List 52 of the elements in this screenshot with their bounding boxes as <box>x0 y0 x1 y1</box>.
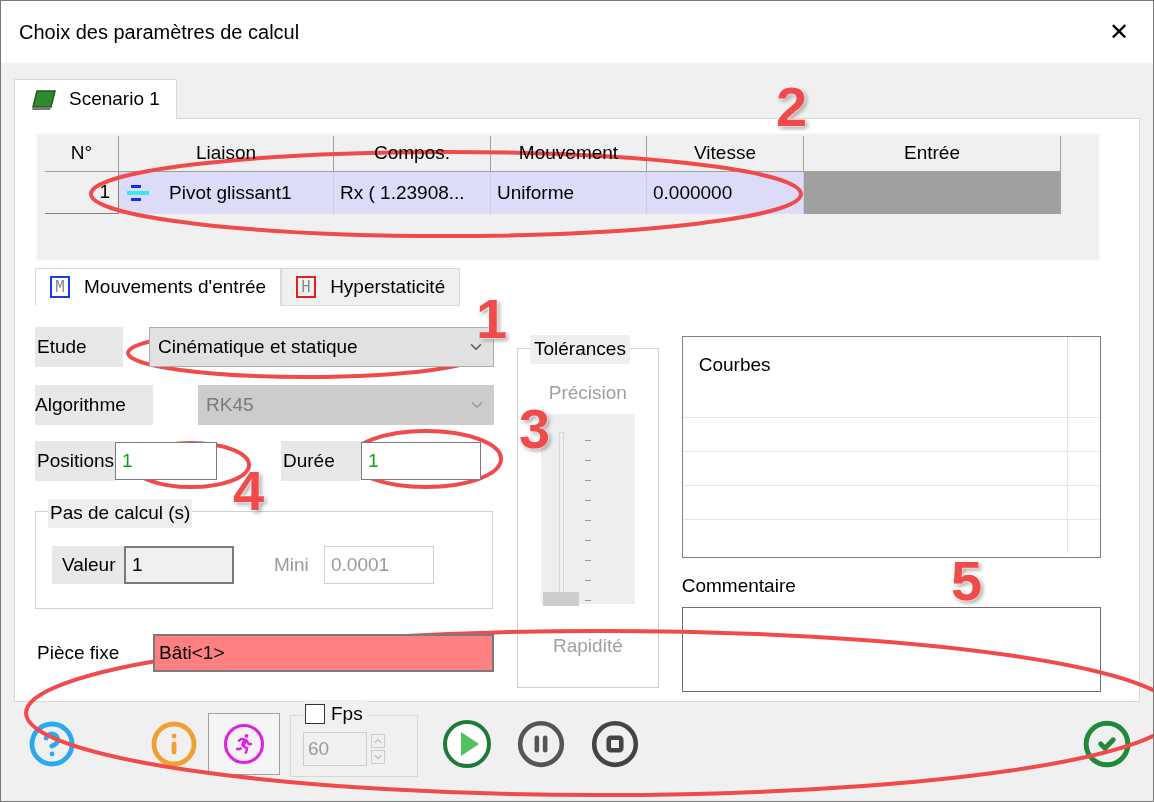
fixed-part-field[interactable]: Bâti<1> <box>153 634 494 672</box>
field-label: Pièce fixe <box>36 640 121 665</box>
window-title: Choix des paramètres de calcul <box>19 20 300 45</box>
callout-number: 4 <box>233 463 265 519</box>
liaison-text: Pivot glissant1 <box>169 180 292 205</box>
panel-tab[interactable]: M Mouvements d'entrée <box>35 268 282 306</box>
joint-icon <box>127 184 149 202</box>
info-icon[interactable] <box>150 720 198 768</box>
help-icon[interactable] <box>28 720 76 768</box>
field-label: Etude <box>35 327 123 367</box>
tab-label: Scenario 1 <box>69 87 160 112</box>
panel-tab[interactable]: H Hyperstaticité <box>281 268 461 306</box>
book-icon <box>31 88 57 111</box>
list-header: Courbes <box>697 353 772 377</box>
close-button[interactable]: ✕ <box>1105 20 1133 44</box>
field-label: Valeur <box>52 546 124 584</box>
field-label: Positions <box>35 441 115 481</box>
play-icon[interactable] <box>442 719 492 769</box>
callout-number: 3 <box>519 401 551 457</box>
checkbox-label: Fps <box>331 702 363 726</box>
fps-checkbox[interactable] <box>305 704 325 725</box>
group-title: Pas de calcul (s) <box>48 499 193 528</box>
tab-label: Mouvements d'entrée <box>84 274 267 299</box>
slider-label: Rapidité <box>553 633 623 658</box>
field-label: Mini <box>274 552 310 577</box>
positions-field[interactable]: 1 <box>115 442 217 480</box>
letter-icon: M <box>50 276 70 298</box>
table-cell: Uniforme <box>491 172 647 214</box>
column-header[interactable]: Entrée <box>804 136 1061 172</box>
run-button[interactable] <box>208 713 280 775</box>
table-cell: Rx ( 1.23908... <box>334 172 491 214</box>
scenario-tab[interactable]: Scenario 1 <box>14 79 177 119</box>
column-header[interactable]: Liaison <box>119 136 334 172</box>
table-cell: 0.000000 <box>647 172 804 214</box>
stop-icon[interactable] <box>590 719 640 769</box>
field-label: Durée <box>281 441 361 481</box>
pause-icon[interactable] <box>516 719 566 769</box>
duration-field[interactable]: 1 <box>361 442 481 480</box>
runner-icon <box>234 734 254 754</box>
step-value-field[interactable]: 1 <box>124 546 234 584</box>
tab-label: Hyperstaticité <box>330 274 446 299</box>
group-title: Tolérances <box>530 335 630 364</box>
slider-label: Précision <box>548 381 627 405</box>
curves-list[interactable]: Courbes <box>681 336 1101 558</box>
column-header[interactable]: N° <box>45 136 119 172</box>
confirm-icon[interactable] <box>1082 719 1132 769</box>
field-label: Commentaire <box>681 574 796 598</box>
field-label: Algorithme <box>35 385 153 425</box>
comment-field[interactable] <box>681 606 1101 692</box>
letter-icon: H <box>296 276 317 298</box>
column-header[interactable]: Vitesse <box>647 136 804 172</box>
callout-number: 2 <box>776 79 808 135</box>
